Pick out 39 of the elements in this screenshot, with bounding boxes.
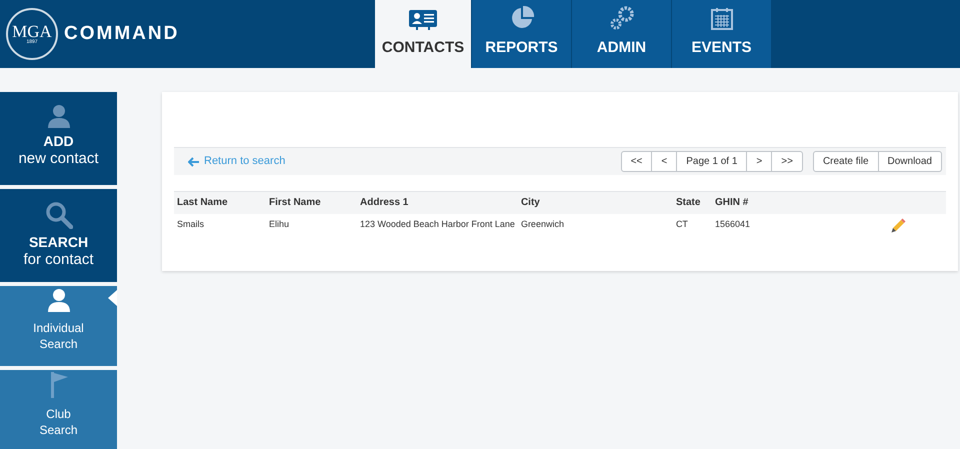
flag-icon — [48, 372, 68, 398]
table-cell: Greenwich — [520, 218, 564, 229]
action-button[interactable]: Create file — [812, 151, 879, 172]
app-title: COMMAND — [64, 22, 180, 46]
id-card-icon — [408, 8, 438, 30]
nav-tab[interactable]: REPORTS — [472, 0, 571, 68]
pager-button[interactable]: < — [652, 151, 678, 172]
calendar-icon — [710, 6, 734, 30]
pencil-icon[interactable] — [890, 216, 906, 232]
action-button[interactable]: Download — [878, 151, 942, 172]
sidebar-item[interactable]: Individual Search — [0, 286, 117, 366]
table-cell: Smails — [177, 218, 204, 229]
back-arrow-icon — [188, 156, 200, 166]
nav-tab[interactable]: EVENTS — [672, 0, 771, 68]
column-header: First Name — [269, 197, 321, 208]
nav-tab[interactable]: ADMIN — [572, 0, 671, 68]
nav-tab[interactable]: CONTACTS — [375, 0, 471, 68]
selection-pointer — [108, 290, 117, 306]
pager-button[interactable]: > — [747, 151, 772, 172]
pager-button[interactable]: << — [620, 151, 652, 172]
sidebar-item[interactable]: ADD new contact — [0, 92, 117, 185]
table-cell: 123 Wooded Beach Harbor Front Lane — [360, 218, 515, 229]
person-icon — [46, 104, 70, 128]
sidebar-item[interactable]: Club Search — [0, 370, 117, 449]
table-cell: CT — [676, 218, 688, 229]
person-icon — [46, 288, 70, 312]
pager-button[interactable]: >> — [772, 151, 803, 172]
column-header: GHIN # — [714, 197, 748, 208]
column-header: Last Name — [177, 197, 228, 208]
pager-button[interactable]: Page 1 of 1 — [677, 151, 748, 172]
sidebar-item[interactable]: SEARCH for contact — [0, 189, 117, 282]
logo-mark: MGA — [12, 23, 52, 40]
gears-icon — [608, 4, 636, 30]
column-header: Address 1 — [360, 197, 408, 208]
column-header: State — [676, 197, 700, 208]
table-cell: 1566041 — [714, 218, 750, 229]
table-cell: Elihu — [269, 218, 290, 229]
column-header: City — [520, 197, 540, 208]
search-icon — [44, 201, 72, 229]
